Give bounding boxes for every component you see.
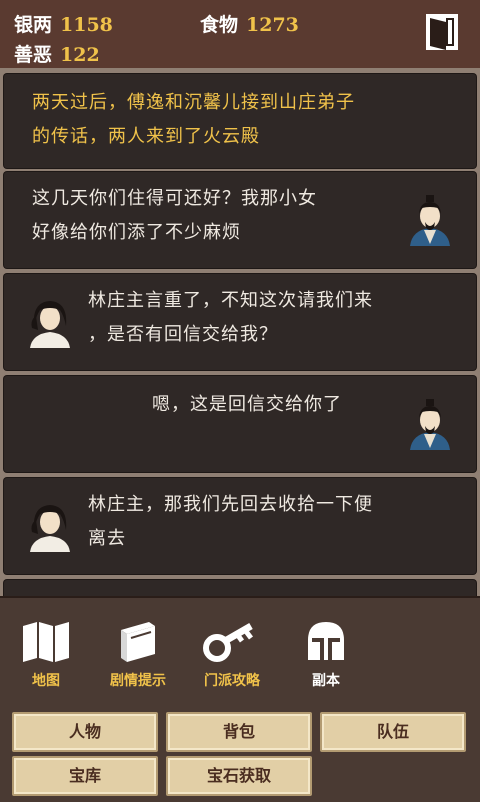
master-avatar-icon: [410, 195, 450, 246]
helmet-icon: [308, 622, 344, 660]
menu-dungeon[interactable]: 副本: [288, 620, 364, 690]
message-line: 嗯，这是回信交给你了: [152, 394, 342, 415]
book-icon: [121, 622, 155, 662]
message-line: ，是否有回信交给我？: [88, 324, 278, 345]
dialogue-message: 两天过后，傅逸和沉馨儿接到山庄弟子 的传话，两人来到了火云殿: [4, 74, 476, 168]
hero-avatar-icon: [30, 505, 70, 552]
gem-acquire-button[interactable]: 宝石获取: [166, 756, 312, 796]
treasury-button[interactable]: 宝库: [12, 756, 158, 796]
bottom-panel: 地图 剧情提示 门派攻略 副本 人物 背包 队伍 宝库 宝石获取: [0, 596, 480, 802]
message-line: 林庄主，那我们先回去收拾一下便: [88, 494, 373, 515]
status-bar: 银两 1158 食物 1273 善恶 122: [0, 0, 480, 70]
message-line: 离去: [88, 528, 126, 549]
master-avatar-icon: [410, 399, 450, 450]
dialogue-message: 这几天你们住得可还好？我那小女 好像给你们添了不少麻烦: [4, 172, 476, 268]
npc-speech-text: 这几天你们住得可还好？我那小女 好像给你们添了不少麻烦: [32, 182, 402, 250]
karma-value: 122: [60, 44, 100, 66]
hero-speech-text: 林庄主，那我们先回去收拾一下便 离去: [88, 488, 464, 556]
team-button[interactable]: 队伍: [320, 712, 466, 752]
karma-stat: 善恶 122: [14, 40, 100, 67]
dialogue-message: 林庄主言重了，不知这次请我们来 ，是否有回信交给我？: [4, 274, 476, 370]
dialogue-message: 嗯，这是回信交给你了: [4, 376, 476, 472]
menu-sect-guide[interactable]: 门派攻略: [194, 620, 270, 690]
menu-map[interactable]: 地图: [8, 620, 84, 690]
message-line: 好像给你们添了不少麻烦: [32, 222, 241, 243]
map-icon: [23, 622, 69, 662]
karma-label: 善恶: [14, 44, 53, 66]
food-label: 食物: [200, 14, 239, 36]
hero-avatar-icon: [30, 301, 70, 348]
message-line: 两天过后，傅逸和沉馨儿接到山庄弟子: [32, 92, 355, 113]
character-button[interactable]: 人物: [12, 712, 158, 752]
silver-label: 银两: [14, 14, 53, 36]
key-icon: [203, 622, 253, 662]
menu-label: 地图: [32, 673, 60, 689]
dialogue-feed[interactable]: 两天过后，傅逸和沉馨儿接到山庄弟子 的传话，两人来到了火云殿 这几天你们住得可还…: [0, 68, 480, 608]
exit-door-icon[interactable]: [424, 12, 460, 52]
message-line: 林庄主言重了，不知这次请我们来: [88, 290, 373, 311]
menu-story-hint[interactable]: 剧情提示: [100, 620, 176, 690]
message-line: 这几天你们住得可还好？我那小女: [32, 188, 317, 209]
bag-button[interactable]: 背包: [166, 712, 312, 752]
narration-text: 两天过后，傅逸和沉馨儿接到山庄弟子 的传话，两人来到了火云殿: [32, 86, 452, 154]
npc-speech-text: 嗯，这是回信交给你了: [152, 388, 402, 422]
dialogue-message: 林庄主，那我们先回去收拾一下便 离去: [4, 478, 476, 574]
message-line: 的传话，两人来到了火云殿: [32, 126, 260, 147]
menu-label: 副本: [312, 673, 340, 689]
hero-speech-text: 林庄主言重了，不知这次请我们来 ，是否有回信交给我？: [88, 284, 458, 352]
silver-value: 1158: [60, 14, 113, 36]
food-stat: 食物 1273: [200, 10, 299, 37]
food-value: 1273: [246, 14, 299, 36]
menu-label: 门派攻略: [204, 673, 260, 689]
menu-label: 剧情提示: [110, 673, 166, 689]
silver-stat: 银两 1158: [14, 10, 113, 37]
